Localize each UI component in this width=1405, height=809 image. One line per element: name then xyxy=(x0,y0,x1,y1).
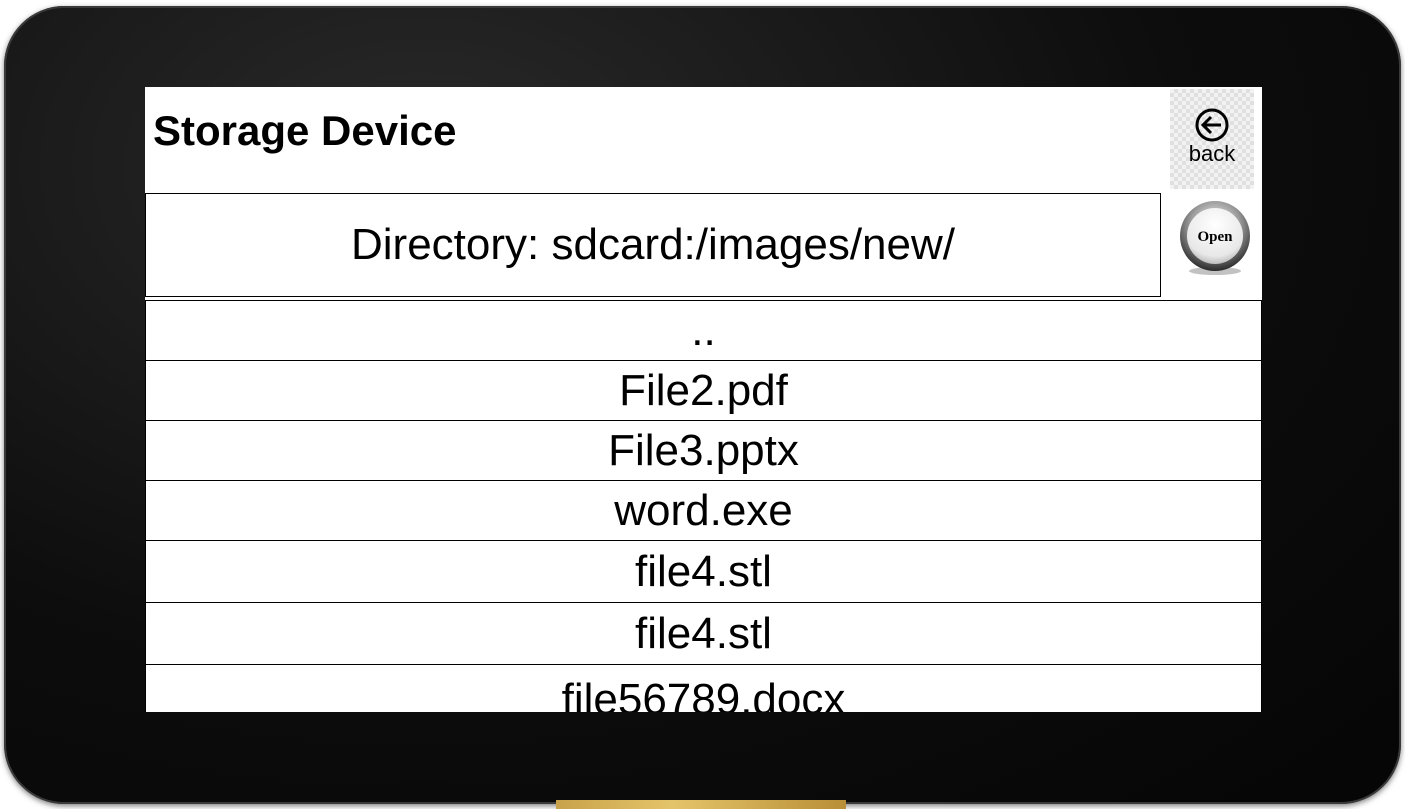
file-row-parent-dir[interactable]: .. xyxy=(146,300,1261,360)
open-button-label: Open xyxy=(1197,229,1233,245)
file-row[interactable]: file4.stl xyxy=(146,540,1261,602)
arrow-left-circle-icon xyxy=(1195,108,1229,142)
file-list: .. File2.pdf File3.pptx word.exe file4.s… xyxy=(145,300,1262,712)
file-row[interactable]: word.exe xyxy=(146,480,1261,540)
screen: Storage Device back Directory: sdcard:/i… xyxy=(145,87,1262,712)
page-title: Storage Device xyxy=(153,107,457,154)
file-row[interactable]: File2.pdf xyxy=(146,360,1261,420)
back-button[interactable]: back xyxy=(1170,89,1254,189)
directory-label: Directory: sdcard:/images/new/ xyxy=(145,193,1161,297)
open-button[interactable]: Open xyxy=(1178,199,1252,277)
file-row[interactable]: file4.stl xyxy=(146,602,1261,664)
file-row[interactable]: File3.pptx xyxy=(146,420,1261,480)
ribbon-cable xyxy=(556,800,846,809)
back-label: back xyxy=(1188,141,1236,166)
file-row[interactable]: file56789.docx xyxy=(146,664,1261,712)
